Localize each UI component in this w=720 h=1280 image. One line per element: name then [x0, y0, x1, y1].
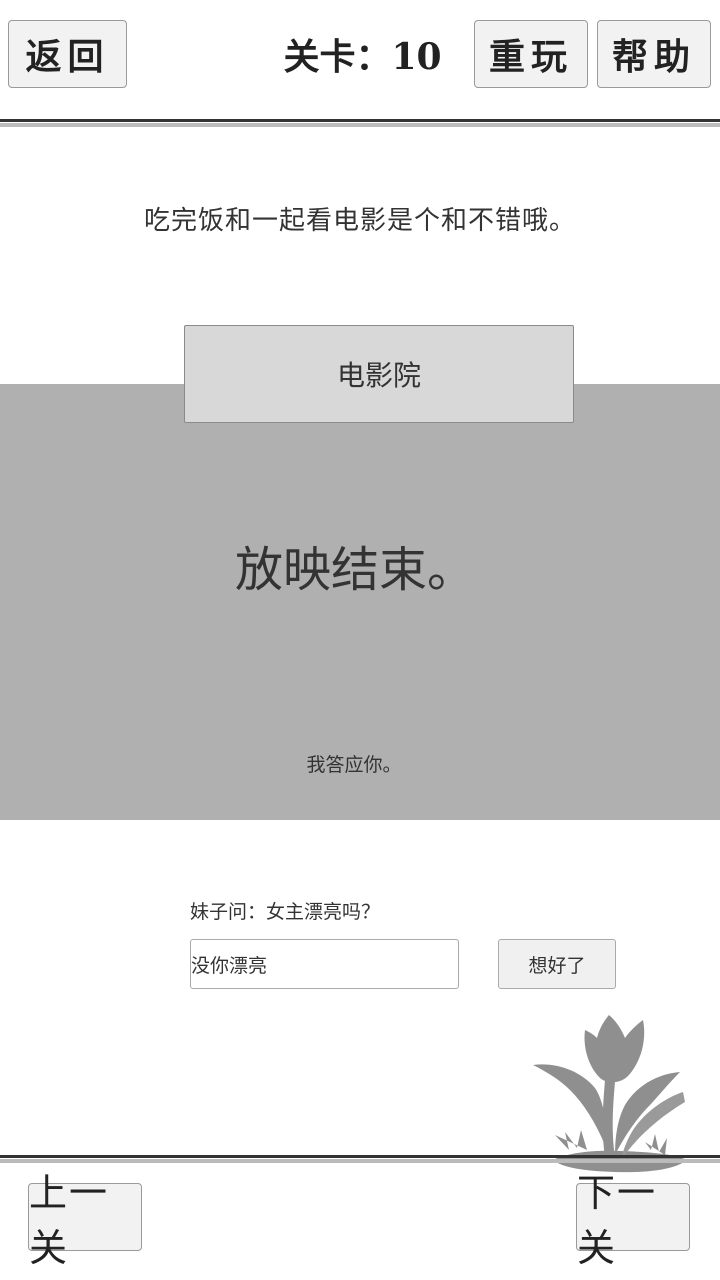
header-divider	[0, 119, 720, 122]
next-level-button[interactable]: 下一关	[576, 1171, 690, 1270]
tulip-icon	[533, 1015, 687, 1173]
footer-divider	[0, 1155, 720, 1158]
prev-level-button[interactable]: 上一关	[28, 1171, 142, 1270]
confirm-button[interactable]: 想好了	[498, 939, 616, 989]
answer-input[interactable]	[190, 939, 459, 989]
help-button[interactable]: 帮助	[597, 20, 711, 88]
scene-small-text: 我答应你。	[306, 754, 402, 776]
level-indicator: 关卡：10	[283, 36, 442, 78]
place-button[interactable]: 电影院	[184, 325, 574, 423]
question-label: 妹子问：女主漂亮吗？	[190, 901, 381, 923]
back-button[interactable]: 返回	[8, 20, 127, 88]
replay-button[interactable]: 重玩	[474, 20, 588, 88]
scene-big-text: 放映结束。	[234, 542, 475, 598]
header-divider-shadow	[0, 123, 720, 127]
puzzle-prompt: 吃完饭和一起看电影是个和不错哦。	[143, 206, 576, 236]
